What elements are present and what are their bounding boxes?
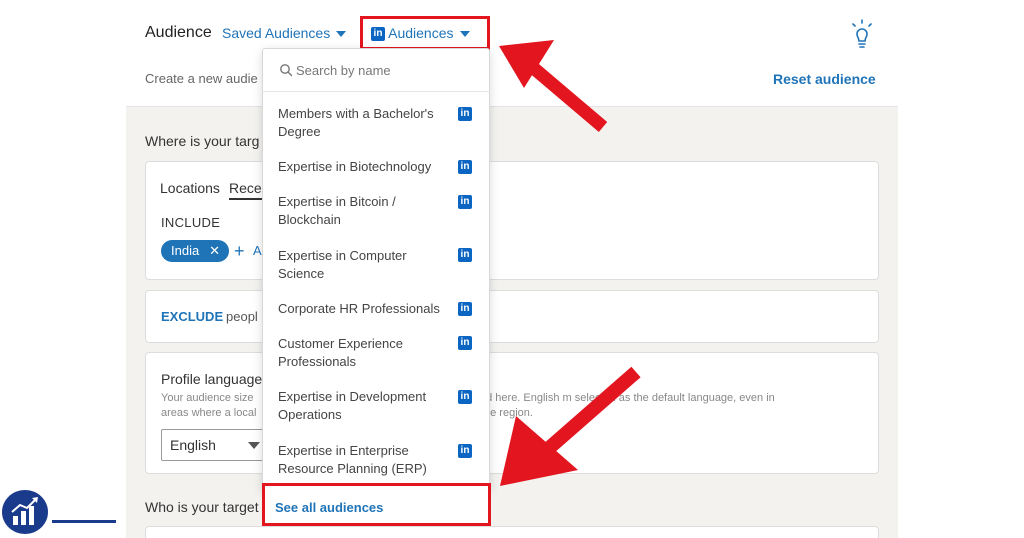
- location-pill-india: India ✕: [161, 240, 229, 262]
- include-label: INCLUDE: [161, 215, 221, 230]
- chevron-down-icon: [248, 442, 260, 449]
- list-item[interactable]: Expertise in Biotechnology: [278, 158, 450, 176]
- where-heading: Where is your targ: [145, 133, 260, 149]
- list-item[interactable]: Expertise in Bitcoin / Blockchain: [278, 193, 450, 229]
- chevron-down-icon: [336, 31, 347, 38]
- create-audience-text: Create a new audie: [145, 71, 258, 86]
- logo-chart-icon: [2, 490, 48, 534]
- saved-audiences-dropdown[interactable]: Saved Audiences: [222, 25, 347, 41]
- linkedin-icon: in: [458, 444, 472, 458]
- who-heading: Who is your target: [145, 499, 259, 515]
- profile-language-label: Profile language: [161, 371, 263, 387]
- add-location-link[interactable]: A: [253, 243, 262, 258]
- audience-title: Audience: [145, 24, 212, 41]
- language-select-value: English: [170, 437, 216, 453]
- list-item[interactable]: Expertise in Computer Science: [278, 247, 450, 283]
- arrow-annotation: [500, 366, 641, 486]
- arrow-annotation: [499, 40, 608, 132]
- logo-underline: [52, 520, 116, 523]
- exclude-link[interactable]: EXCLUDE: [161, 309, 223, 324]
- locations-label: Locations: [160, 180, 220, 196]
- list-item[interactable]: Corporate HR Professionals: [278, 300, 450, 318]
- list-item[interactable]: Members with a Bachelor's Degree: [278, 105, 450, 141]
- exclude-text: peopl: [226, 309, 258, 324]
- linkedin-icon: in: [458, 248, 472, 262]
- search-icon: [280, 64, 293, 77]
- linkedin-icon: in: [458, 107, 472, 121]
- list-item[interactable]: Expertise in Enterprise Resource Planning…: [278, 442, 450, 478]
- audiences-label: Audiences: [388, 25, 454, 41]
- reset-audience-link[interactable]: Reset audience: [773, 71, 876, 87]
- language-help-text: areas where a local: [161, 407, 257, 419]
- linkedin-icon: in: [458, 302, 472, 316]
- list-item[interactable]: Customer Experience Professionals: [278, 335, 450, 371]
- linkedin-icon: in: [371, 27, 385, 42]
- linkedin-icon: in: [458, 390, 472, 404]
- language-help-text: Your audience size: [161, 392, 254, 404]
- language-select[interactable]: English: [161, 429, 267, 461]
- audiences-dropdown-button[interactable]: in Audiences: [371, 25, 470, 42]
- plus-icon[interactable]: +: [234, 240, 245, 262]
- saved-audiences-label: Saved Audiences: [222, 25, 331, 41]
- location-pill-label: India: [171, 243, 200, 258]
- lightbulb-icon[interactable]: [848, 18, 876, 50]
- linkedin-icon: in: [458, 160, 472, 174]
- locations-card: [145, 161, 879, 280]
- chevron-down-icon: [459, 31, 470, 38]
- close-icon[interactable]: ✕: [209, 240, 220, 262]
- list-item[interactable]: Expertise in Development Operations: [278, 388, 450, 424]
- linkedin-icon: in: [458, 195, 472, 209]
- search-input[interactable]: [296, 59, 476, 81]
- who-card: [145, 526, 879, 538]
- linkedin-icon: in: [458, 336, 472, 350]
- see-all-audiences-link[interactable]: See all audiences: [275, 500, 383, 515]
